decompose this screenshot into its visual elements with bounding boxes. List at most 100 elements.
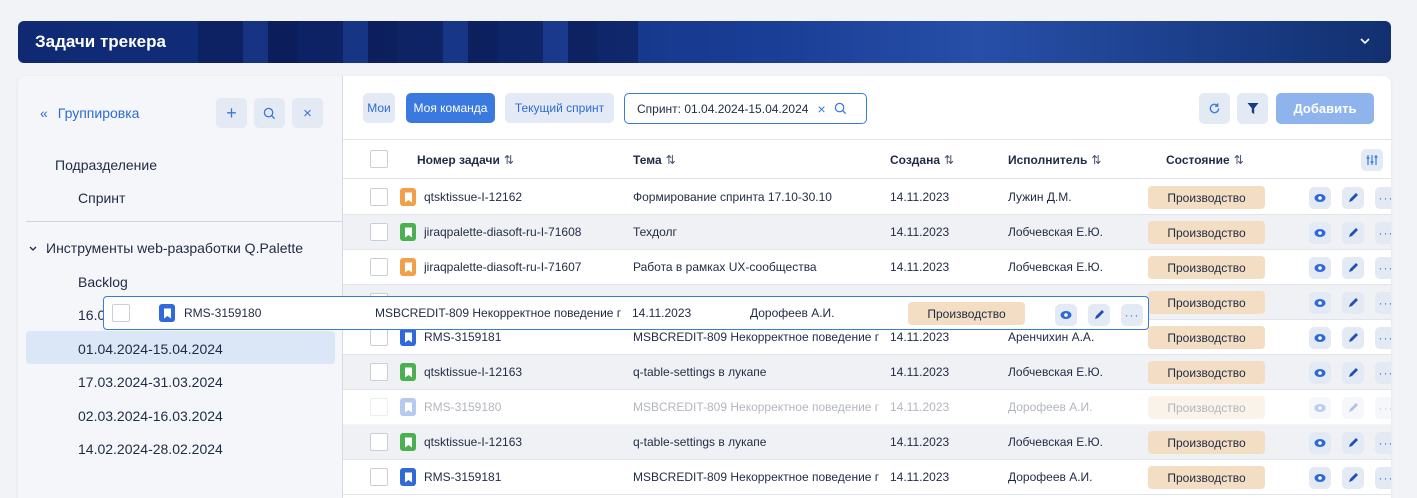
sidebar-item-partial[interactable]: 16.0 xyxy=(78,307,105,323)
row-checkbox[interactable] xyxy=(370,188,388,206)
more-button[interactable]: ··· xyxy=(1375,292,1391,314)
row-checkbox[interactable] xyxy=(112,304,130,322)
grouping-toggle[interactable]: « Группировка xyxy=(40,105,139,121)
task-id[interactable]: jiraqpalette-diasoft-ru-I-71608 xyxy=(424,225,624,239)
view-button[interactable] xyxy=(1309,467,1331,489)
table-row[interactable]: qtsktissue-I-12162 Формирование спринта 1… xyxy=(343,180,1391,215)
task-id[interactable]: RMS-3159181 xyxy=(424,330,624,344)
row-checkbox[interactable] xyxy=(370,223,388,241)
more-button[interactable]: ··· xyxy=(1375,362,1391,384)
task-id[interactable]: qtsktissue-I-12163 xyxy=(424,365,624,379)
sort-icon: ⇅ xyxy=(1091,153,1102,167)
edit-button[interactable] xyxy=(1342,327,1364,349)
task-id[interactable]: RMS-3159180 xyxy=(184,306,364,320)
col-task-number[interactable]: Номер задачи ⇅ xyxy=(417,153,514,167)
sidebar-item-sprint[interactable]: Спринт xyxy=(78,190,125,206)
edit-button[interactable] xyxy=(1342,362,1364,384)
task-assignee: Аренчихин А.А. xyxy=(1008,330,1095,344)
more-button[interactable]: ··· xyxy=(1375,327,1391,349)
table-row[interactable]: jiraqpalette-diasoft-ru-I-71608 Техдолг 14… xyxy=(343,215,1391,250)
column-settings-button[interactable] xyxy=(1361,149,1383,171)
clear-group-button[interactable]: × xyxy=(292,98,323,128)
col-assignee[interactable]: Исполнитель ⇅ xyxy=(1008,153,1101,167)
task-id[interactable]: qtsktissue-I-12162 xyxy=(424,190,624,204)
tab-mine[interactable]: Мои xyxy=(363,93,395,123)
sidebar-item-sprint-1[interactable]: 01.04.2024-15.04.2024 xyxy=(78,341,223,357)
row-checkbox[interactable] xyxy=(370,258,388,276)
more-button[interactable]: ··· xyxy=(1375,257,1391,279)
more-button[interactable]: ··· xyxy=(1375,467,1391,489)
tab-my-team[interactable]: Моя команда xyxy=(406,93,495,123)
sidebar-item-sprint-4[interactable]: 14.02.2024-28.02.2024 xyxy=(78,441,223,457)
col-topic[interactable]: Тема ⇅ xyxy=(633,153,676,167)
eye-icon xyxy=(1314,439,1326,447)
more-button[interactable]: ··· xyxy=(1375,187,1391,209)
table-row[interactable]: qtsktissue-I-12163 q-table-settings в лук… xyxy=(343,425,1391,460)
status-badge: Производство xyxy=(1148,396,1265,419)
add-button[interactable]: Добавить xyxy=(1276,93,1374,124)
sidebar-item-backlog[interactable]: Backlog xyxy=(78,274,128,290)
col-created[interactable]: Создана ⇅ xyxy=(890,153,954,167)
search-icon[interactable] xyxy=(834,102,847,115)
edit-button[interactable] xyxy=(1342,467,1364,489)
sidebar-item-sprint-3[interactable]: 02.03.2024-16.03.2024 xyxy=(78,408,223,424)
clear-filter-icon[interactable]: × xyxy=(817,101,825,117)
edit-button[interactable] xyxy=(1342,257,1364,279)
view-button[interactable] xyxy=(1055,304,1077,326)
view-button[interactable] xyxy=(1309,432,1331,454)
filter-button[interactable] xyxy=(1237,93,1268,124)
task-id[interactable]: RMS-3159180 xyxy=(424,400,624,414)
view-button[interactable] xyxy=(1309,362,1331,384)
task-assignee: Дорофеев А.И. xyxy=(750,306,835,320)
sprint-filter-field[interactable]: Спринт: 01.04.2024-15.04.2024 × xyxy=(624,93,867,124)
row-checkbox[interactable] xyxy=(370,398,388,416)
chevron-down-icon[interactable] xyxy=(1357,33,1373,49)
pencil-icon xyxy=(1349,298,1358,307)
sidebar-item-project[interactable]: Инструменты web-разработки Q.Palette xyxy=(28,240,303,256)
more-button[interactable]: ··· xyxy=(1375,432,1391,454)
task-id[interactable]: qtsktissue-I-12163 xyxy=(424,435,624,449)
more-button[interactable]: ··· xyxy=(1121,304,1143,326)
sidebar-item-sprint-2[interactable]: 17.03.2024-31.03.2024 xyxy=(78,374,223,390)
row-checkbox[interactable] xyxy=(370,433,388,451)
view-button[interactable] xyxy=(1309,187,1331,209)
task-id[interactable]: RMS-3159181 xyxy=(424,470,624,484)
status-badge: Производство xyxy=(1148,326,1265,349)
more-button[interactable]: ··· xyxy=(1375,222,1391,244)
task-id[interactable]: jiraqpalette-diasoft-ru-I-71607 xyxy=(424,260,624,274)
table-row[interactable]: RMS-3159180 MSBCREDIT-809 Некорректное по… xyxy=(343,390,1391,425)
sidebar-item-division[interactable]: Подразделение xyxy=(55,157,157,173)
more-icon: ··· xyxy=(1378,471,1392,485)
search-group-button[interactable] xyxy=(254,98,285,128)
row-checkbox[interactable] xyxy=(370,328,388,346)
col-status[interactable]: Состояние ⇅ xyxy=(1166,153,1244,167)
view-button[interactable] xyxy=(1309,397,1331,419)
add-group-button[interactable]: + xyxy=(216,98,247,128)
row-checkbox[interactable] xyxy=(370,363,388,381)
tab-current-sprint[interactable]: Текущий спринт xyxy=(505,93,614,123)
more-icon: ··· xyxy=(1378,261,1392,275)
dragged-row[interactable]: RMS-3159180 MSBCREDIT-809 Некорректное по… xyxy=(103,296,1149,330)
more-button[interactable]: ··· xyxy=(1375,397,1391,419)
edit-button[interactable] xyxy=(1342,397,1364,419)
view-button[interactable] xyxy=(1309,257,1331,279)
edit-button[interactable] xyxy=(1342,187,1364,209)
table-row[interactable]: jiraqpalette-diasoft-ru-I-71607 Работа в … xyxy=(343,250,1391,285)
view-button[interactable] xyxy=(1309,327,1331,349)
edit-button[interactable] xyxy=(1088,304,1110,326)
eye-icon xyxy=(1314,334,1326,342)
edit-button[interactable] xyxy=(1342,292,1364,314)
view-button[interactable] xyxy=(1309,292,1331,314)
task-topic: Техдолг xyxy=(633,225,677,239)
table-row[interactable]: qtsktissue-I-12163 q-table-settings в лук… xyxy=(343,355,1391,390)
refresh-button[interactable] xyxy=(1199,93,1230,124)
status-badge: Производство xyxy=(1148,361,1265,384)
edit-button[interactable] xyxy=(1342,432,1364,454)
table-header: Номер задачи ⇅ Тема ⇅ Создана ⇅ Исполнитель… xyxy=(343,139,1391,179)
table-row[interactable]: RMS-3159181 MSBCREDIT-809 Некорректное по… xyxy=(343,460,1391,495)
edit-button[interactable] xyxy=(1342,222,1364,244)
row-checkbox[interactable] xyxy=(370,468,388,486)
select-all-checkbox[interactable] xyxy=(370,150,388,168)
view-button[interactable] xyxy=(1309,222,1331,244)
status-badge: Производство xyxy=(1148,221,1265,244)
